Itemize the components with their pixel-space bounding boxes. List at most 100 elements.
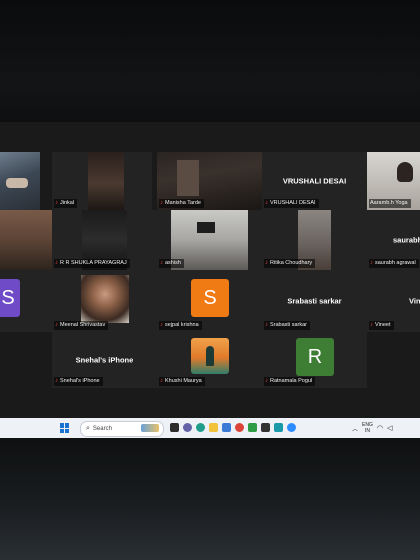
participant-video: [88, 152, 124, 210]
mic-muted-icon: ♪: [55, 260, 58, 266]
mic-muted-icon: ♪: [265, 260, 268, 266]
mic-muted-icon: ♪: [160, 260, 163, 266]
participant-tile-p7[interactable]: ♪ R R SHUKLA PRAYAGRAJ: [52, 210, 157, 270]
background-bottom: [0, 438, 420, 560]
mic-muted-icon: ♪: [265, 322, 268, 328]
avatar-letter: S: [1, 286, 15, 309]
tv-screen: [197, 222, 215, 233]
room-door: [177, 160, 199, 196]
participant-name: sejpal krishna: [165, 322, 199, 328]
chrome-icon[interactable]: [235, 423, 244, 432]
app-icon-teal[interactable]: [274, 423, 283, 432]
participant-tile-p18[interactable]: R ♪ Ratnamala Pogul: [262, 332, 367, 388]
nameplate: ♪ saurabh agrawal: [369, 259, 419, 268]
edge-icon[interactable]: [196, 423, 205, 432]
participant-name: ashish: [165, 260, 181, 266]
windows-taskbar: ⌕ Search ︿ ENG IN ◠ ◁: [0, 418, 420, 438]
participant-name: Jinkal: [60, 200, 75, 206]
zoom-gallery-view: ♪ Jinkal ♪ Manisha Tarde VRUSHALI DESAI …: [0, 122, 420, 418]
avatar: R: [296, 338, 334, 376]
participant-tile-p5[interactable]: Aaramb.h Yoga: [367, 152, 420, 210]
person-shape: [397, 162, 413, 182]
nameplate: ♪ Vineet: [369, 321, 394, 330]
participant-display-name: saurabh: [393, 235, 420, 245]
avatar-letter: S: [203, 286, 217, 309]
profile-photo: [81, 275, 129, 323]
avatar: S: [191, 279, 229, 317]
nameplate: ♪ Manisha Tarde: [159, 199, 204, 208]
participant-tile-p9[interactable]: ♪ Ritika Choudhary: [262, 210, 367, 270]
mic-muted-icon: ♪: [265, 378, 268, 384]
search-highlight-icon: [141, 424, 159, 432]
participant-name: Snehal's iPhone: [60, 378, 100, 384]
participant-tile-p17[interactable]: ♪ Khushi Maurya: [157, 332, 262, 388]
speaker-icon[interactable]: ◁: [387, 424, 392, 432]
mic-muted-icon: ♪: [265, 200, 268, 206]
nameplate: ♪ Khushi Maurya: [159, 377, 205, 386]
participant-name: Khushi Maurya: [165, 378, 202, 384]
participant-tile-p2[interactable]: ♪ Jinkal: [52, 152, 152, 210]
search-placeholder: Search: [92, 426, 112, 432]
participant-name: Vineet: [375, 322, 391, 328]
system-tray: ︿ ENG IN ◠ ◁: [352, 422, 392, 434]
participant-name: Ratnamala Pogul: [270, 378, 313, 384]
nameplate: ♪ Jinkal: [54, 199, 78, 208]
wifi-icon[interactable]: ◠: [377, 424, 383, 432]
participant-video: [0, 210, 52, 270]
participant-tile-p1[interactable]: [0, 152, 40, 210]
participant-name: Aaramb.h Yoga: [370, 200, 408, 206]
nameplate: ♪ Srabasti sarkar: [264, 321, 310, 330]
person-shape: [6, 178, 28, 188]
participant-tile-p11[interactable]: S: [0, 270, 52, 332]
participant-name: R R SHUKLA PRAYAGRAJ: [60, 260, 127, 266]
nameplate: ♪ Snehal's iPhone: [54, 377, 103, 386]
mic-muted-icon: ♪: [55, 378, 58, 384]
task-view-icon[interactable]: [170, 423, 179, 432]
app-icon-green[interactable]: [248, 423, 257, 432]
store-icon[interactable]: [222, 423, 231, 432]
participant-tile-p10[interactable]: saurabh ♪ saurabh agrawal: [367, 210, 420, 270]
taskbar-search-box[interactable]: ⌕ Search: [80, 421, 164, 437]
participant-name: Manisha Tarde: [165, 200, 201, 206]
participant-tile-p3[interactable]: ♪ Manisha Tarde: [157, 152, 262, 210]
nameplate: Aaramb.h Yoga: [369, 199, 411, 208]
avatar: S: [0, 279, 20, 317]
participant-name: Srabasti sarkar: [270, 322, 307, 328]
mic-muted-icon: ♪: [160, 200, 163, 206]
nameplate: ♪ ashish: [159, 259, 184, 268]
taskbar-apps: [168, 423, 298, 432]
chevron-up-icon[interactable]: ︿: [352, 424, 358, 433]
app-icon-dark[interactable]: [261, 423, 270, 432]
language-indicator[interactable]: ENG IN: [362, 422, 373, 434]
file-explorer-icon[interactable]: [209, 423, 218, 432]
participant-display-name: Srabasti sarkar: [287, 296, 342, 306]
nameplate: ♪ Ratnamala Pogul: [264, 377, 316, 386]
participant-tile-p8[interactable]: ♪ ashish: [157, 210, 262, 270]
participant-name: Meenal Shrivastav: [60, 322, 106, 328]
participant-display-name: Snehal's iPhone: [75, 355, 134, 365]
nameplate: ♪ Meenal Shrivastav: [54, 321, 109, 330]
mic-muted-icon: ♪: [160, 378, 163, 384]
participant-name: saurabh agrawal: [375, 260, 416, 266]
zoom-icon[interactable]: [287, 423, 296, 432]
windows-logo-icon: [60, 423, 64, 428]
participant-tile-p15[interactable]: Vin ♪ Vineet: [367, 270, 420, 332]
mic-muted-icon: ♪: [55, 200, 58, 206]
background-top: [0, 0, 420, 122]
nameplate: ♪ R R SHUKLA PRAYAGRAJ: [54, 259, 130, 268]
participant-tile-p4[interactable]: VRUSHALI DESAI ♪ VRUSHALI DESAI: [262, 152, 367, 210]
participant-name: Ritika Choudhary: [270, 260, 313, 266]
participant-display-name: VRUSHALI DESAI: [282, 176, 347, 186]
participant-tile-p14[interactable]: Srabasti sarkar ♪ Srabasti sarkar: [262, 270, 367, 332]
participant-tile-p6[interactable]: [0, 210, 52, 270]
participant-display-name: Vin: [409, 296, 420, 306]
participant-tile-p13[interactable]: S ♪ sejpal krishna: [157, 270, 262, 332]
participant-tile-p12[interactable]: ♪ Meenal Shrivastav: [52, 270, 157, 332]
search-icon: ⌕: [86, 425, 90, 432]
nameplate: ♪ sejpal krishna: [159, 321, 202, 330]
participant-tile-p16[interactable]: Snehal's iPhone ♪ Snehal's iPhone: [52, 332, 157, 388]
mic-muted-icon: ♪: [55, 322, 58, 328]
avatar-letter: R: [307, 345, 323, 368]
chat-icon[interactable]: [183, 423, 192, 432]
start-button[interactable]: [60, 423, 70, 433]
